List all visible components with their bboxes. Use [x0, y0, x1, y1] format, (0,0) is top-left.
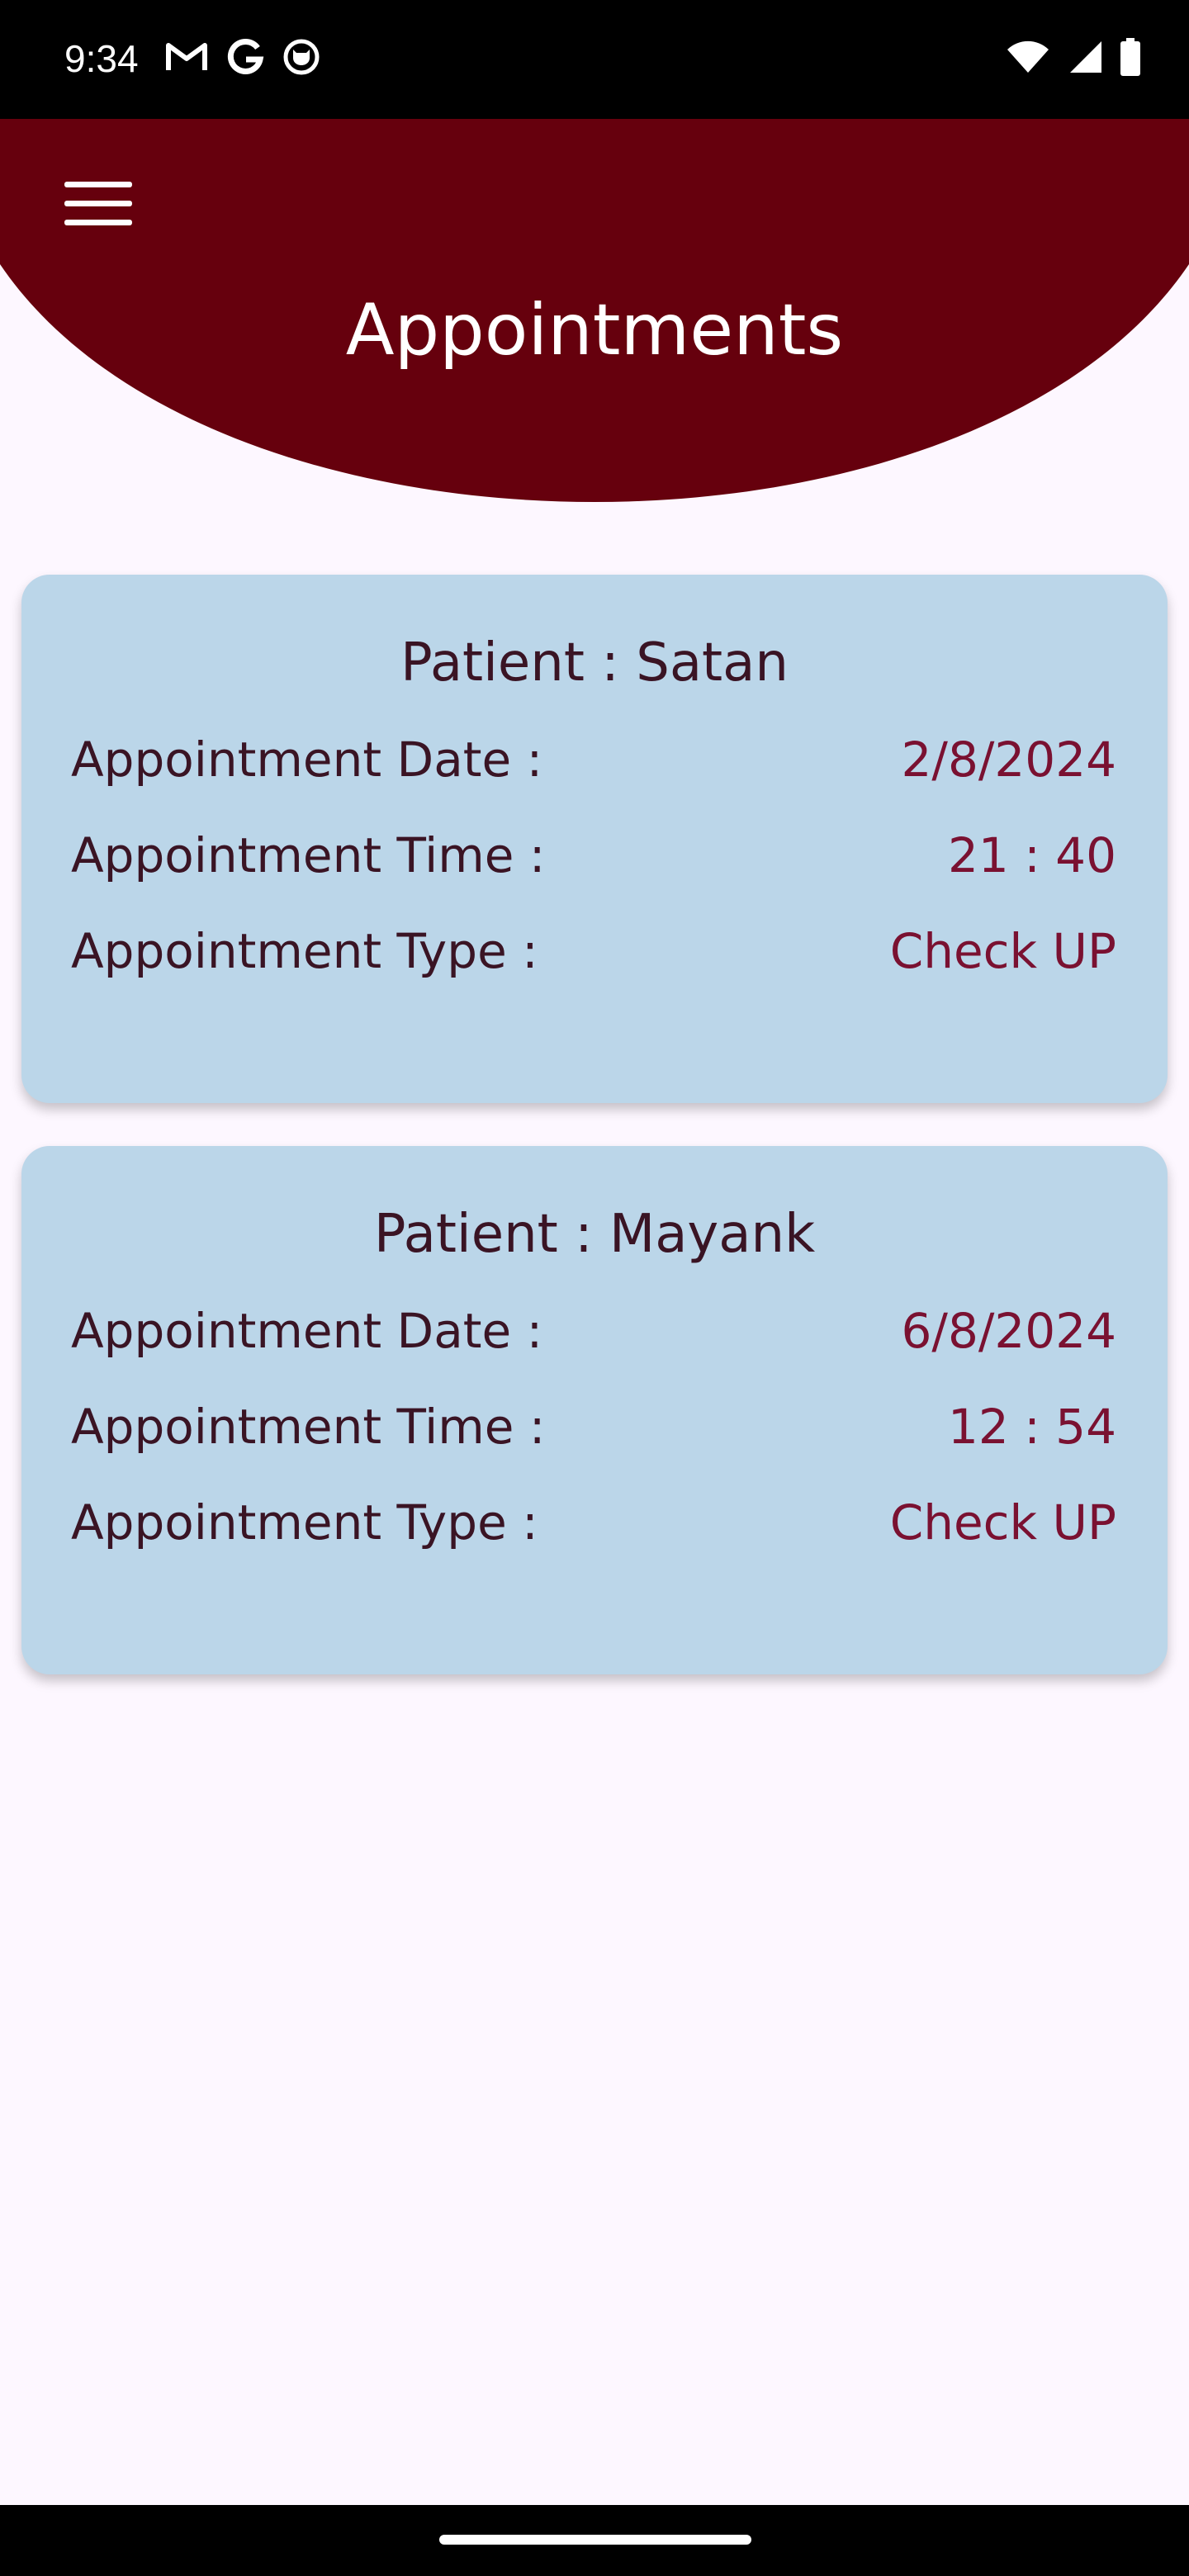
appointment-time-row: Appointment Time : 21 : 40	[71, 827, 1116, 893]
appointment-type-row: Appointment Type : Check UP	[71, 1494, 1116, 1560]
appointment-date-value: 2/8/2024	[901, 732, 1117, 788]
appointment-time-row: Appointment Time : 12 : 54	[71, 1399, 1116, 1465]
appointment-date-row: Appointment Date : 6/8/2024	[71, 1303, 1116, 1369]
appointment-time-value: 21 : 40	[947, 827, 1116, 883]
google-icon	[226, 38, 264, 79]
patient-name: Patient : Mayank	[373, 1204, 816, 1265]
github-icon	[282, 38, 320, 79]
signal-icon	[1067, 40, 1103, 78]
page-title: Appointments	[345, 289, 844, 372]
appointment-type-value: Check UP	[889, 1494, 1116, 1551]
wifi-icon	[1006, 40, 1050, 78]
appointment-card[interactable]: Patient : Satan Appointment Date : 2/8/2…	[21, 575, 1168, 1103]
appointment-time-label: Appointment Time :	[71, 1399, 546, 1455]
status-time: 9:34	[64, 37, 139, 80]
appointment-date-label: Appointment Date :	[71, 1303, 543, 1359]
appointment-type-label: Appointment Type :	[71, 923, 538, 979]
battery-icon	[1120, 38, 1141, 79]
appointment-type-label: Appointment Type :	[71, 1494, 538, 1551]
appointment-type-row: Appointment Type : Check UP	[71, 923, 1116, 989]
appointment-date-label: Appointment Date :	[71, 732, 543, 788]
notification-icons	[165, 38, 320, 79]
navigation-bar	[0, 2505, 1189, 2576]
appointment-type-value: Check UP	[889, 923, 1116, 979]
home-gesture-handle[interactable]	[439, 2535, 751, 2545]
hamburger-menu-icon[interactable]	[64, 182, 135, 231]
status-bar: 9:34	[0, 0, 1189, 119]
gmail-icon	[165, 40, 208, 77]
system-icons	[1006, 38, 1141, 79]
appointment-time-label: Appointment Time :	[71, 827, 546, 883]
patient-name: Patient : Satan	[400, 632, 789, 694]
appointment-time-value: 12 : 54	[947, 1399, 1116, 1455]
appointment-card[interactable]: Patient : Mayank Appointment Date : 6/8/…	[21, 1146, 1168, 1674]
appointment-date-row: Appointment Date : 2/8/2024	[71, 732, 1116, 798]
appointment-date-value: 6/8/2024	[901, 1303, 1117, 1359]
